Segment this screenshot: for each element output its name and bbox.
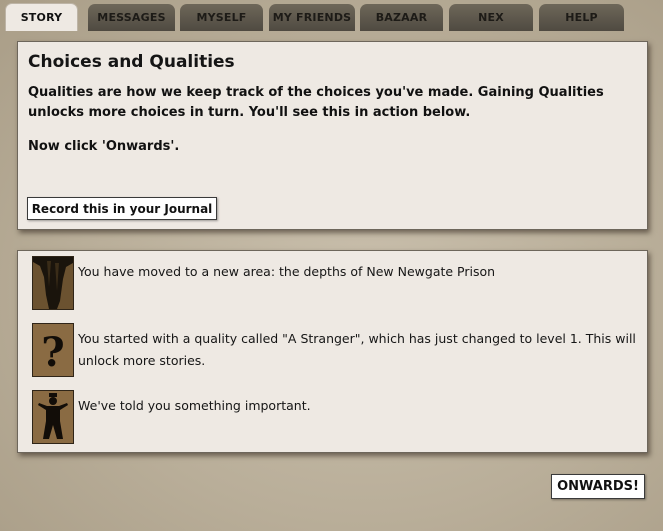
instruction-paragraph: Now click 'Onwards'. bbox=[28, 139, 180, 154]
tab-bazaar-label: BAZAAR bbox=[375, 11, 428, 24]
tab-my-friends-label: MY FRIENDS bbox=[272, 11, 352, 24]
onwards-button[interactable]: ONWARDS! bbox=[551, 474, 645, 499]
tab-help[interactable]: HELP bbox=[539, 4, 624, 31]
tab-nex-label: NEX bbox=[478, 11, 504, 24]
results-panel: You have moved to a new area: the depths… bbox=[17, 250, 648, 453]
panel-title: Choices and Qualities bbox=[28, 52, 235, 72]
tab-help-label: HELP bbox=[565, 11, 598, 24]
svg-text:?: ? bbox=[41, 329, 64, 376]
tab-messages-label: MESSAGES bbox=[97, 11, 166, 24]
prison-depths-icon bbox=[32, 256, 74, 310]
choices-qualities-panel: Choices and Qualities Qualities are how … bbox=[17, 41, 648, 230]
tab-story[interactable]: STORY bbox=[5, 3, 78, 31]
question-mark-icon: ? bbox=[32, 323, 74, 377]
main-tab-bar: STORY MESSAGES MYSELF MY FRIENDS BAZAAR … bbox=[0, 0, 663, 31]
tab-story-label: STORY bbox=[20, 11, 63, 24]
tab-messages[interactable]: MESSAGES bbox=[88, 4, 175, 31]
tab-nex[interactable]: NEX bbox=[449, 4, 533, 31]
tab-myself-label: MYSELF bbox=[196, 11, 247, 24]
record-journal-button[interactable]: Record this in your Journal bbox=[27, 197, 217, 220]
result-text: We've told you something important. bbox=[78, 398, 311, 413]
result-text: You started with a quality called "A Str… bbox=[78, 331, 636, 368]
tab-myself[interactable]: MYSELF bbox=[180, 4, 263, 31]
silhouette-figure-icon bbox=[32, 390, 74, 444]
intro-paragraph: Qualities are how we keep track of the c… bbox=[28, 85, 604, 120]
tab-my-friends[interactable]: MY FRIENDS bbox=[269, 4, 355, 31]
tab-bazaar[interactable]: BAZAAR bbox=[360, 4, 443, 31]
panel-body: Qualities are how we keep track of the c… bbox=[28, 83, 628, 171]
result-text: You have moved to a new area: the depths… bbox=[78, 264, 496, 279]
